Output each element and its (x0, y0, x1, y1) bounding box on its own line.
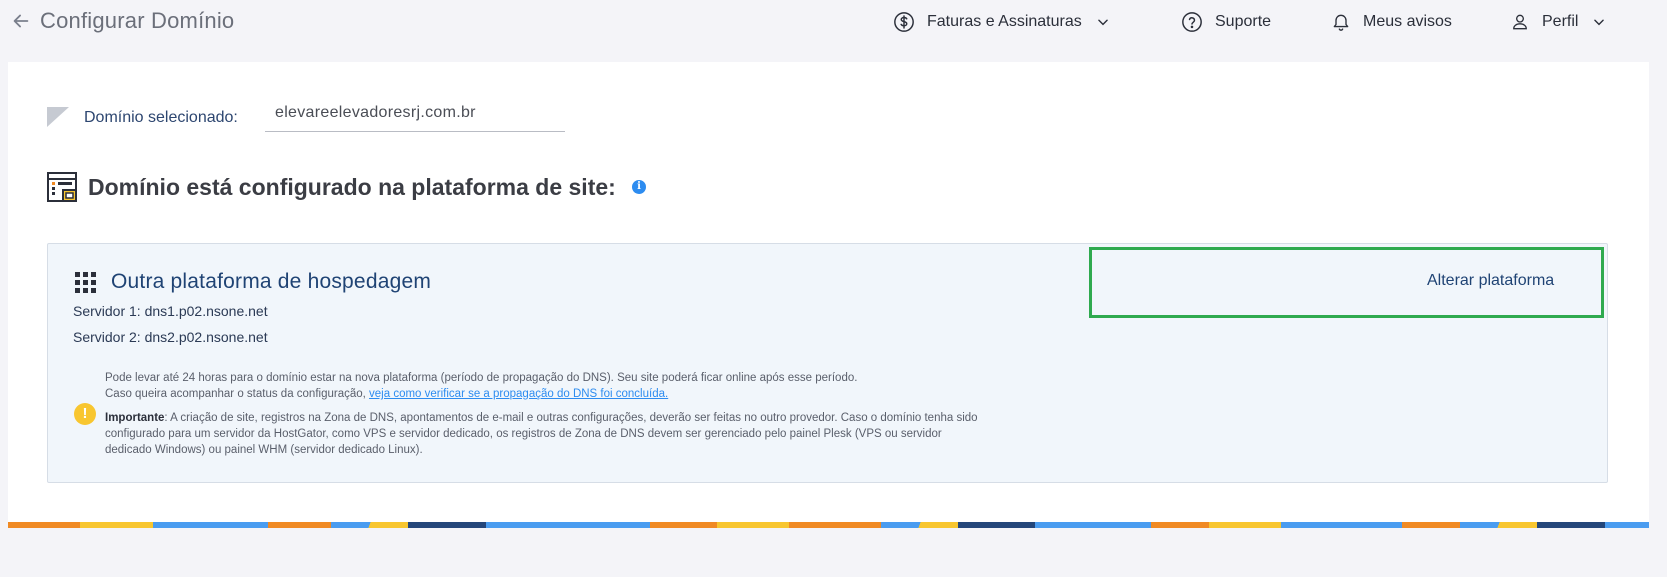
decorative-stripe (8, 522, 1649, 528)
bell-icon (1333, 14, 1349, 31)
flag-icon (47, 107, 69, 127)
domain-label: Domínio selecionado: (84, 109, 238, 126)
propagation-note: Pode levar até 24 horas para o domínio e… (105, 372, 858, 384)
chevron-down-icon (1097, 19, 1108, 26)
top-bar: Configurar Domínio Faturas e Assinaturas… (0, 0, 1667, 46)
important-note: Importante: A criação de site, registros… (105, 410, 985, 458)
platform-icon (47, 172, 77, 202)
platform-name: Outra plataforma de hospedagem (111, 270, 432, 293)
nav-profile[interactable]: Perfil (1510, 10, 1606, 34)
chevron-down-icon (1594, 19, 1605, 26)
propagation-status-note: Caso queira acompanhar o status da confi… (105, 386, 985, 402)
server-1: Servidor 1: dns1.p02.nsone.net (73, 303, 268, 319)
grid-icon (75, 272, 96, 293)
nav-support-label: Suporte (1215, 13, 1272, 30)
nav-profile-label: Perfil (1542, 13, 1579, 30)
domain-value: elevareelevadoresrj.com.br (265, 100, 565, 132)
server-2: Servidor 2: dns2.p02.nsone.net (73, 329, 268, 345)
page-title: Configurar Domínio (40, 8, 235, 33)
info-icon[interactable]: i (632, 180, 646, 194)
nav-notices-label: Meus avisos (1363, 13, 1452, 30)
propagation-status-prefix: Caso queira acompanhar o status da confi… (105, 388, 370, 400)
nav-notices[interactable]: Meus avisos (1331, 10, 1452, 34)
nav-billing[interactable]: Faturas e Assinaturas (893, 10, 1110, 34)
important-text: : A criação de site, registros na Zona d… (105, 412, 978, 456)
dns-propagation-link[interactable]: veja como verificar se a propagação do D… (369, 388, 668, 400)
important-label: Importante (105, 412, 165, 424)
change-platform-link[interactable]: Alterar plataforma (1427, 272, 1554, 290)
user-icon (1513, 14, 1527, 30)
help-circle-icon (1182, 12, 1202, 32)
section-title: Domínio está configurado na plataforma d… (88, 174, 616, 200)
nav-billing-label: Faturas e Assinaturas (927, 13, 1082, 30)
dollar-circle-icon (894, 12, 914, 32)
back-arrow-icon[interactable] (10, 10, 32, 32)
nav-support[interactable]: Suporte (1181, 10, 1271, 34)
warning-icon: ! (74, 403, 96, 425)
